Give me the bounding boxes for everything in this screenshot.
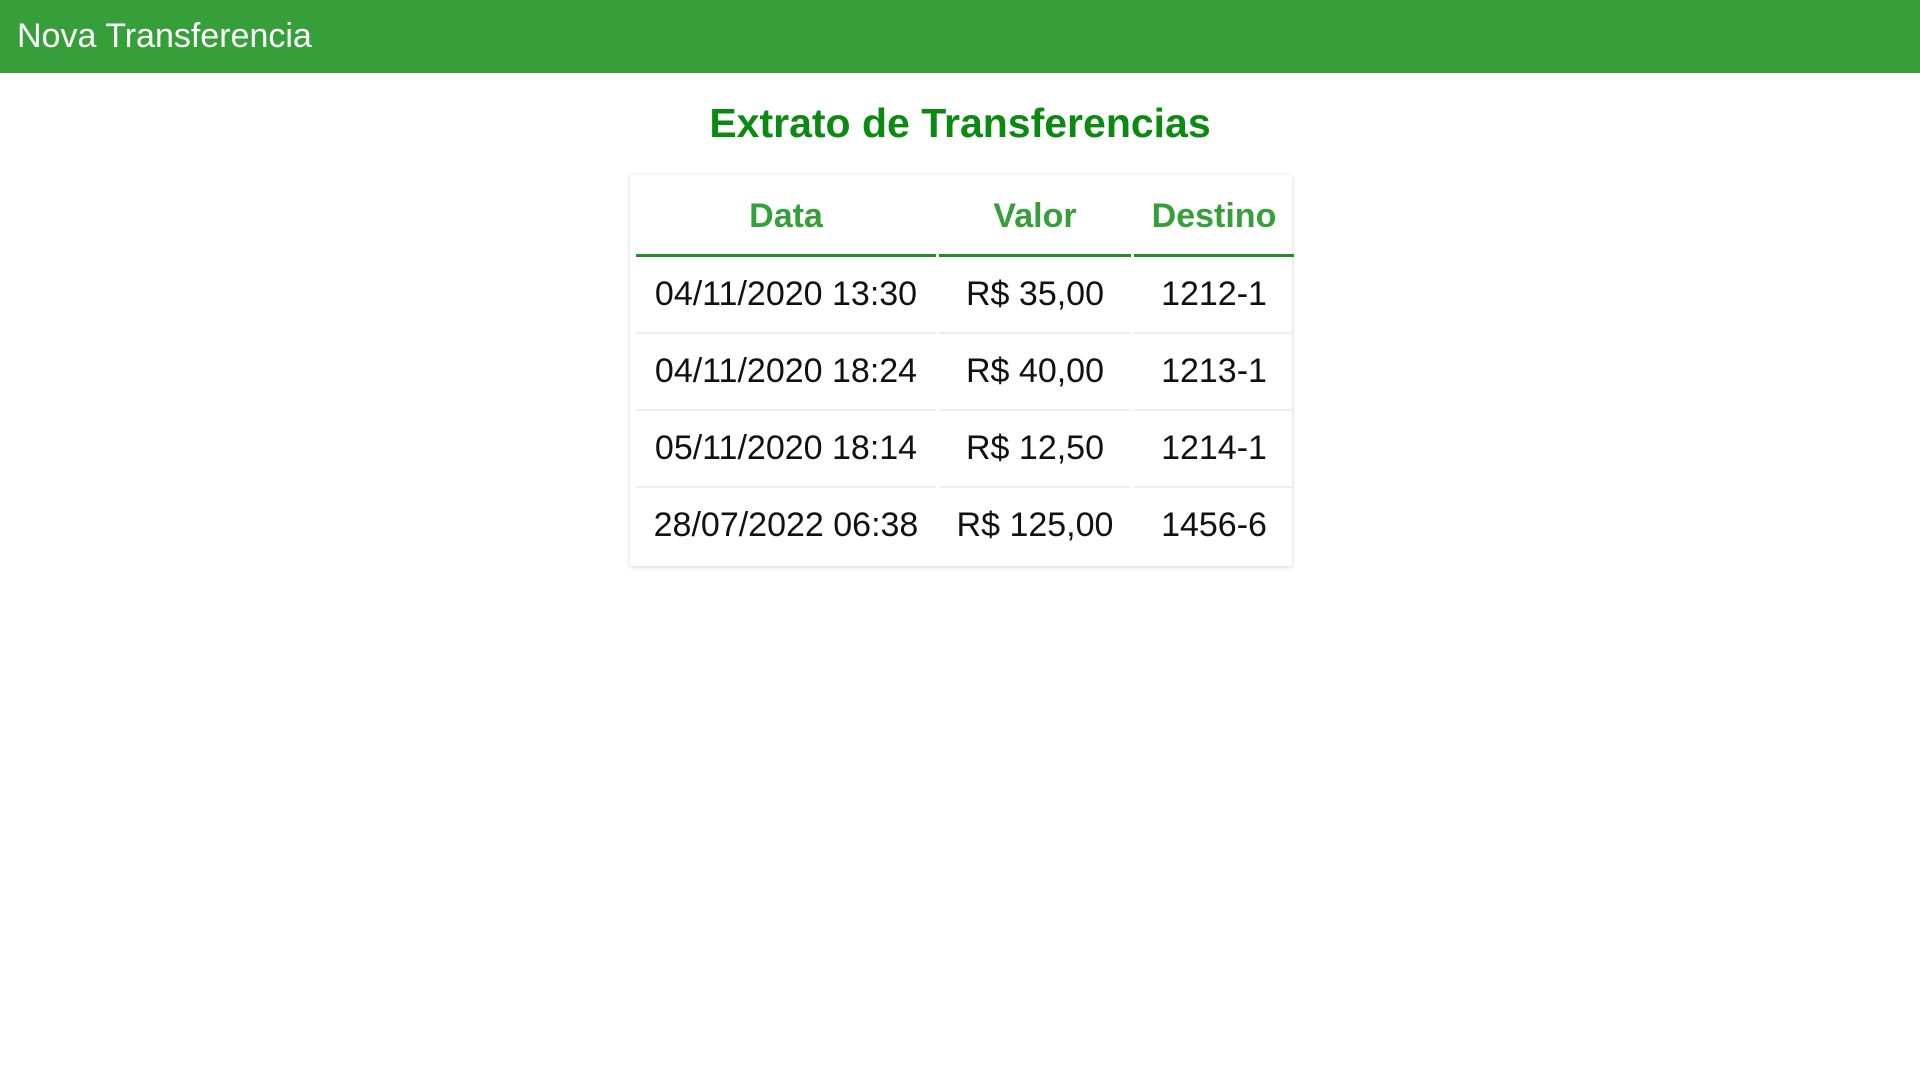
cell-destino: 1214-1 (1134, 411, 1294, 488)
cell-destino: 1212-1 (1134, 257, 1294, 334)
table-row: 05/11/2020 18:14 R$ 12,50 1214-1 (636, 411, 1294, 488)
nova-transferencia-link[interactable]: Nova Transferencia (17, 17, 312, 56)
transfers-table: Data Valor Destino 04/11/2020 13:30 R$ 3… (633, 178, 1297, 563)
column-header-data: Data (636, 178, 936, 257)
cell-destino: 1213-1 (1134, 334, 1294, 411)
cell-data: 04/11/2020 18:24 (636, 334, 936, 411)
table-row: 04/11/2020 13:30 R$ 35,00 1212-1 (636, 257, 1294, 334)
cell-data: 28/07/2022 06:38 (653, 506, 919, 544)
cell-valor: R$ 35,00 (939, 257, 1131, 334)
transfers-table-card: Data Valor Destino 04/11/2020 13:30 R$ 3… (630, 175, 1294, 566)
cell-valor: R$ 125,00 (956, 506, 1114, 544)
cell-data: 05/11/2020 18:14 (636, 411, 936, 488)
column-header-destino: Destino (1134, 178, 1294, 257)
table-row: 28/07/2022 06:38 R$ 125,00 1456-6 (636, 488, 1294, 563)
cell-valor: R$ 40,00 (939, 334, 1131, 411)
table-row: 04/11/2020 18:24 R$ 40,00 1213-1 (636, 334, 1294, 411)
cell-data: 04/11/2020 13:30 (636, 257, 936, 334)
table-header-row: Data Valor Destino (636, 178, 1294, 257)
cell-valor: R$ 12,50 (939, 411, 1131, 488)
cell-destino: 1456-6 (1161, 506, 1267, 544)
app-bar: Nova Transferencia (0, 0, 1920, 73)
page-title: Extrato de Transferencias (709, 100, 1211, 146)
column-header-valor: Valor (939, 178, 1131, 257)
